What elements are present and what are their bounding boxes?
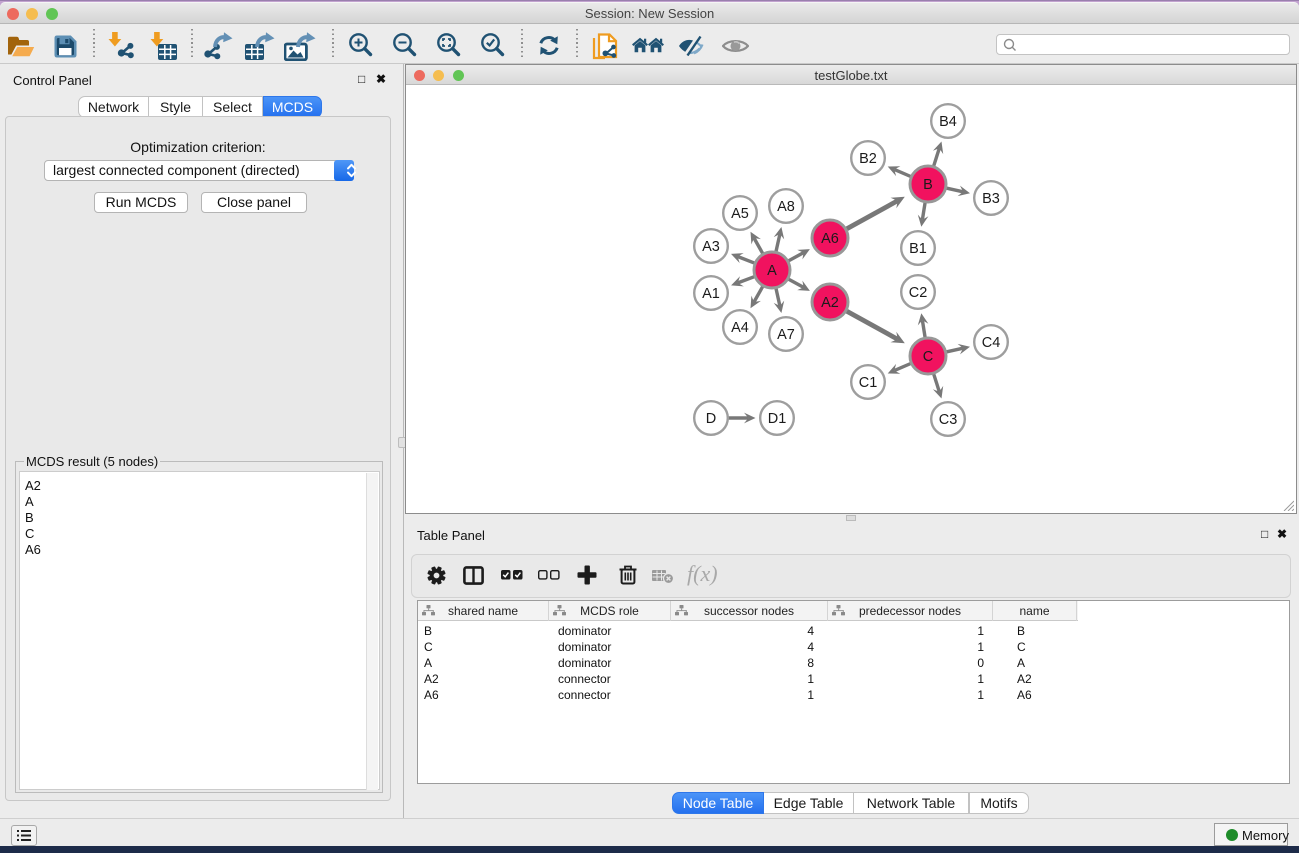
svg-text:B3: B3 — [982, 191, 1000, 207]
svg-text:A1: A1 — [702, 286, 720, 302]
svg-text:B1: B1 — [909, 241, 927, 257]
svg-text:C2: C2 — [909, 285, 928, 301]
svg-text:C: C — [923, 349, 933, 365]
svg-text:B: B — [923, 177, 933, 193]
svg-text:B4: B4 — [939, 114, 957, 130]
svg-text:A7: A7 — [777, 327, 795, 343]
svg-text:B2: B2 — [859, 151, 877, 167]
svg-text:D: D — [706, 411, 716, 427]
svg-text:A: A — [767, 263, 777, 279]
svg-text:C1: C1 — [859, 375, 878, 391]
svg-text:A4: A4 — [731, 320, 749, 336]
svg-text:A8: A8 — [777, 199, 795, 215]
svg-text:A3: A3 — [702, 239, 720, 255]
svg-text:A5: A5 — [731, 206, 749, 222]
svg-text:C3: C3 — [939, 412, 958, 428]
svg-text:A6: A6 — [821, 231, 839, 247]
svg-text:D1: D1 — [768, 411, 787, 427]
svg-text:C4: C4 — [982, 335, 1001, 351]
svg-text:A2: A2 — [821, 295, 839, 311]
